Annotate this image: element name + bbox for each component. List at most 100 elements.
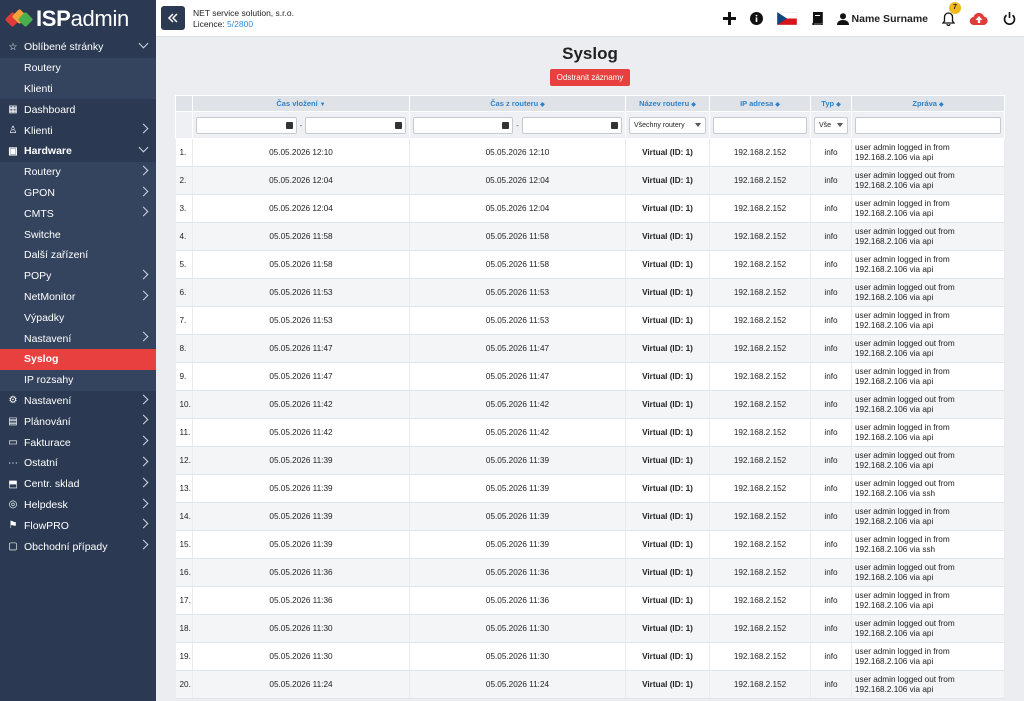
router-name-link[interactable]: Virtual (ID: 1) <box>625 250 710 279</box>
router-name-link[interactable]: Virtual (ID: 1) <box>625 474 710 503</box>
router-filter-select[interactable]: Všechny routery <box>629 116 706 134</box>
sidebar-item-plánování[interactable]: ▤ Plánování <box>0 411 156 432</box>
info-icon[interactable] <box>749 12 763 25</box>
router-name-link[interactable]: Virtual (ID: 1) <box>625 334 710 363</box>
type-filter-select[interactable]: Vše <box>814 116 848 134</box>
delete-records-button[interactable]: Odstranit záznamy <box>550 69 630 86</box>
sidebar-item-klienti[interactable]: ♙ Klienti <box>0 120 156 141</box>
type-cell: info <box>810 474 852 503</box>
router-name-link[interactable]: Virtual (ID: 1) <box>625 418 710 447</box>
sidebar-item-nastavení[interactable]: Nastavení <box>0 328 156 349</box>
calendar-icon[interactable] <box>502 121 510 129</box>
sidebar-item-routery[interactable]: Routery <box>0 57 156 79</box>
router-name-link[interactable]: Virtual (ID: 1) <box>625 222 710 251</box>
router-name-link[interactable]: Virtual (ID: 1) <box>625 166 710 195</box>
sidebar: ISPadmin ☆ Oblíbené stránky Routery Klienti… <box>0 0 156 701</box>
col-header-message[interactable]: Zpráva ◆ <box>851 95 1005 112</box>
col-header-router-time[interactable]: Čas z routeru ◆ <box>409 95 626 112</box>
collapse-sidebar-button[interactable] <box>161 6 185 30</box>
sidebar-item-další-zařízení[interactable]: Další zařízení <box>0 244 156 266</box>
insert-time-to-input[interactable] <box>305 116 407 134</box>
sidebar-item-obchodní-případy[interactable]: ▢ Obchodní případy <box>0 536 156 557</box>
sidebar-item-ostatní[interactable]: ⋯ Ostatní <box>0 453 156 474</box>
message-line: user admin logged out from <box>855 618 955 628</box>
col-header-type[interactable]: Typ ◆ <box>810 95 852 112</box>
calendar-icon[interactable] <box>395 121 403 129</box>
sidebar-item-syslog[interactable]: Syslog <box>0 348 156 370</box>
sidebar-item-gpon[interactable]: GPON <box>0 182 156 204</box>
message-cell: user admin logged in from 192.168.2.106 v… <box>851 362 1005 391</box>
power-icon[interactable] <box>1003 12 1016 25</box>
message-line: user admin logged in from <box>855 142 950 152</box>
plus-icon[interactable] <box>722 12 736 25</box>
book-icon[interactable] <box>811 12 823 25</box>
message-cell: user admin logged in from 192.168.2.106 v… <box>851 642 1005 671</box>
type-cell: info <box>810 418 852 447</box>
col-header-ip[interactable]: IP adresa ◆ <box>709 95 811 112</box>
sidebar-item-helpdesk[interactable]: ◎ Helpdesk <box>0 495 156 516</box>
router-name-link[interactable]: Virtual (ID: 1) <box>625 446 710 475</box>
user-menu[interactable]: Name Surname <box>836 13 928 25</box>
router-name-link[interactable]: Virtual (ID: 1) <box>625 642 710 671</box>
cloud-upload-icon[interactable] <box>969 12 989 26</box>
type-cell: info <box>810 194 852 223</box>
calendar-icon[interactable] <box>611 121 619 129</box>
router-name-link[interactable]: Virtual (ID: 1) <box>625 670 710 699</box>
router-name-link[interactable]: Virtual (ID: 1) <box>625 558 710 587</box>
router-time-cell: 05.05.2026 11:30 <box>409 614 626 643</box>
sidebar-item-label: Ostatní <box>24 457 58 470</box>
sidebar-item-klienti[interactable]: Klienti <box>0 78 156 100</box>
sidebar-item-switche[interactable]: Switche <box>0 224 156 245</box>
star-icon: ☆ <box>8 41 18 53</box>
ip-cell: 192.168.2.152 <box>709 642 811 671</box>
sidebar-item-ip-rozsahy[interactable]: IP rozsahy <box>0 369 156 391</box>
calendar-icon[interactable] <box>285 121 293 129</box>
sidebar-item-cmts[interactable]: CMTS <box>0 203 156 225</box>
sidebar-item-hardware[interactable]: ▣ Hardware <box>0 141 156 162</box>
licence-value[interactable]: 5/2800 <box>227 19 253 29</box>
message-line: user admin logged out from <box>855 478 955 488</box>
sidebar-item-oblíbené-stránky[interactable]: ☆ Oblíbené stránky <box>0 37 156 58</box>
type-cell: info <box>810 642 852 671</box>
company-info: NET service solution, s.r.o. Licence: 5/… <box>193 8 294 30</box>
col-header-router-name[interactable]: Název routeru ◆ <box>625 95 710 112</box>
router-name-link[interactable]: Virtual (ID: 1) <box>625 614 710 643</box>
router-name-link[interactable]: Virtual (ID: 1) <box>625 138 710 167</box>
sidebar-item-centr-sklad[interactable]: ⬒ Centr. sklad <box>0 474 156 495</box>
sidebar-item-label: Syslog <box>24 353 59 366</box>
router-name-link[interactable]: Virtual (ID: 1) <box>625 530 710 559</box>
message-filter-input[interactable] <box>855 116 1001 134</box>
row-index: 17. <box>175 586 193 615</box>
ip-filter-input[interactable] <box>713 116 807 134</box>
router-name-link[interactable]: Virtual (ID: 1) <box>625 362 710 391</box>
sidebar-item-flowpro[interactable]: ⚑ FlowPRO <box>0 515 156 536</box>
insert-time-cell: 05.05.2026 11:36 <box>192 586 410 615</box>
router-name-link[interactable]: Virtual (ID: 1) <box>625 586 710 615</box>
sidebar-item-popy[interactable]: POPy <box>0 265 156 287</box>
table-row: 20. 05.05.2026 11:24 05.05.2026 11:24 Virtu… <box>175 670 1005 699</box>
sidebar-item-routery[interactable]: Routery <box>0 161 156 183</box>
type-cell: info <box>810 362 852 391</box>
col-header-insert-time[interactable]: Čas vložení ▼ <box>192 95 410 112</box>
notifications-button[interactable]: 7 <box>942 1 961 26</box>
insert-time-from-input[interactable] <box>196 116 297 134</box>
row-index: 12. <box>175 446 193 475</box>
sidebar-item-label: Klienti <box>24 124 53 137</box>
sidebar-item-netmonitor[interactable]: NetMonitor <box>0 286 156 308</box>
router-name-link[interactable]: Virtual (ID: 1) <box>625 502 710 531</box>
sidebar-item-fakturace[interactable]: ▭ Fakturace <box>0 432 156 453</box>
router-name-link[interactable]: Virtual (ID: 1) <box>625 278 710 307</box>
row-index: 1. <box>175 138 193 167</box>
router-name-link[interactable]: Virtual (ID: 1) <box>625 194 710 223</box>
ip-cell: 192.168.2.152 <box>709 530 811 559</box>
router-name-link[interactable]: Virtual (ID: 1) <box>625 390 710 419</box>
router-name-link[interactable]: Virtual (ID: 1) <box>625 306 710 335</box>
sidebar-item-výpadky[interactable]: Výpadky <box>0 307 156 329</box>
chevron-right-icon <box>138 456 149 467</box>
logo[interactable]: ISPadmin <box>0 0 156 37</box>
router-time-from-input[interactable] <box>413 116 514 134</box>
router-time-to-input[interactable] <box>521 116 623 134</box>
flag-cz-icon[interactable] <box>776 12 797 25</box>
sidebar-item-nastavení[interactable]: ⚙ Nastavení <box>0 391 156 412</box>
sidebar-item-dashboard[interactable]: ▦ Dashboard <box>0 99 156 120</box>
